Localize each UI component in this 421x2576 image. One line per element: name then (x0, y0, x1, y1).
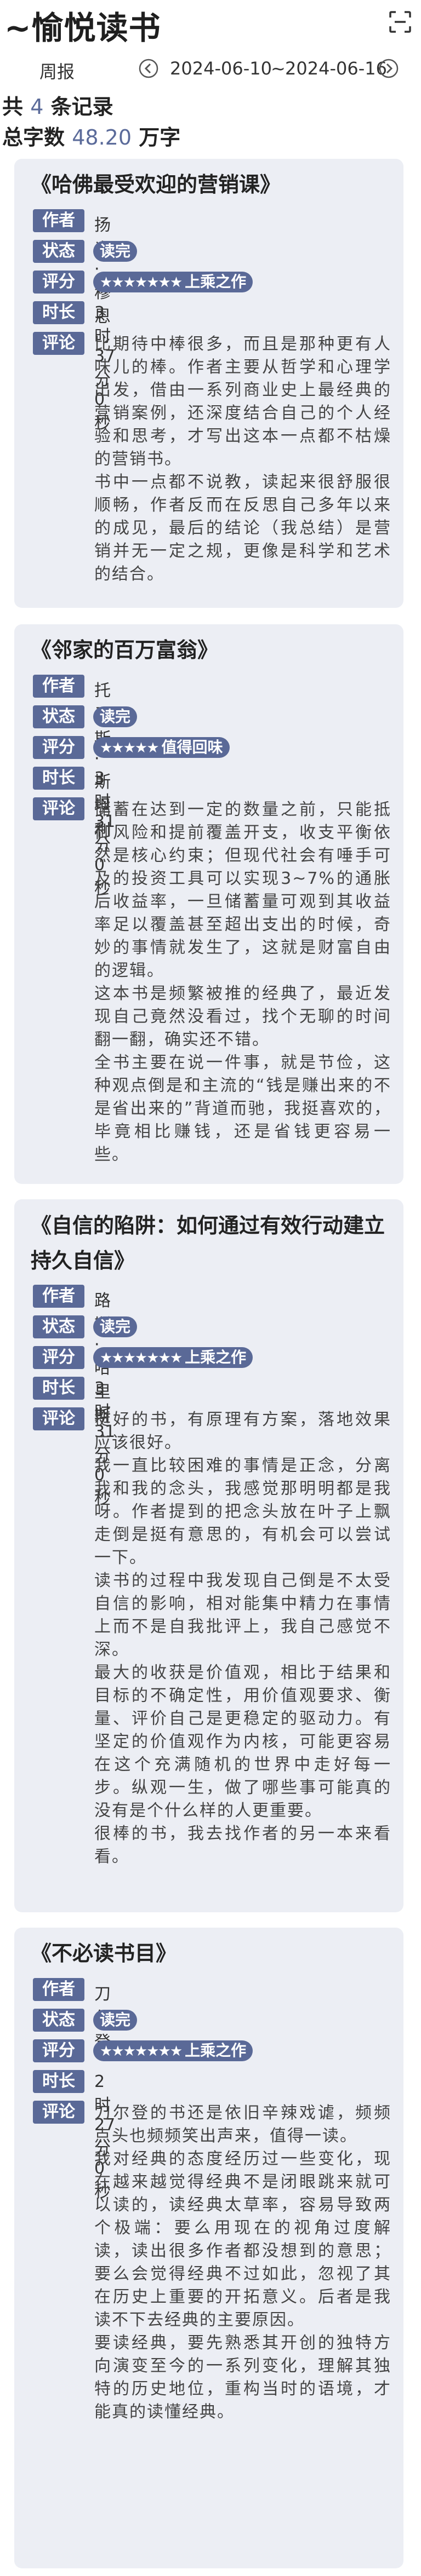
author-tag: 作者 (33, 209, 84, 232)
rating-stars: ★★★★★★★ (100, 1350, 183, 1366)
range-separator: ~ (271, 58, 286, 79)
rating-badge: ★★★★★★★ 上乘之作 (93, 2040, 253, 2061)
author-tag: 作者 (33, 675, 84, 698)
date-range-bar: 周报 2024-06-10 ~ 2024-06-16 (0, 53, 421, 85)
range-start-date: 2024-06-10 (170, 58, 272, 79)
book-card[interactable]: 《邻家的百万富翁》 作者 托马斯·斯坦利 状态 读完 评分 ★★★★★值得回味 … (14, 624, 403, 1184)
rating-tag: 评分 (33, 271, 84, 294)
review-tag: 评论 (33, 332, 84, 355)
status-badge: 读完 (93, 241, 138, 262)
status-tag: 状态 (33, 1315, 84, 1338)
author-tag: 作者 (33, 1285, 84, 1308)
review-text: 挺好的书，有原理有方案，落地效果应该很好。 我一直比较困难的事情是正念，分离我和… (94, 1410, 391, 1866)
range-end-date: 2024-06-16 (285, 58, 387, 79)
word-count-summary: 总字数 48.20 万字 (2, 125, 181, 150)
rating-text: 上乘之作 (185, 2042, 247, 2060)
review-tag: 评论 (33, 1407, 84, 1430)
review-text: 刀尔登的书还是依旧辛辣戏谑，频频点头也频频笑出声来，值得一读。 我对经典的态度经… (94, 2103, 391, 2422)
rating-text: 上乘之作 (185, 1348, 247, 1366)
review-tag: 评论 (33, 2101, 84, 2124)
rating-badge: ★★★★★★★ 上乘之作 (93, 272, 253, 292)
book-title: 《邻家的百万富翁》 (31, 638, 219, 662)
book-card[interactable]: 《不必读书目》 作者 刀尔登 状态 读完 评分 ★★★★★★★上乘之作 时长 2… (14, 1928, 403, 2568)
duration-tag: 时长 (33, 1377, 84, 1400)
author-tag: 作者 (33, 1978, 84, 2001)
book-card[interactable]: 《哈佛最受欢迎的营销课》 作者 扬米·穆恩 状态 读完 评分 ★★★★★★★上乘… (14, 159, 403, 608)
rating-badge: ★★★★★ 值得回味 (93, 737, 230, 758)
range-type-label[interactable]: 周报 (39, 58, 75, 83)
scan-icon[interactable] (388, 10, 412, 34)
status-badge: 读完 (93, 706, 138, 727)
rating-stars: ★★★★★ (100, 740, 160, 756)
chevron-left-circle-icon[interactable] (138, 58, 159, 79)
rating-tag: 评分 (33, 2039, 84, 2062)
app-header: ~愉悦读书 (0, 0, 421, 47)
status-badge: 读完 (93, 1316, 138, 1337)
rating-text: 值得回味 (161, 738, 223, 756)
chevron-right-circle-icon[interactable] (378, 58, 399, 79)
rating-tag: 评分 (33, 1346, 84, 1369)
review-text: 比期待中棒很多，而且是那种更有人味儿的棒。作者主要从哲学和心理学出发，借由一系列… (94, 335, 391, 584)
book-title: 《自信的陷阱：如何通过有效行动建立持久自信》 (31, 1214, 385, 1273)
duration-tag: 时长 (33, 2070, 84, 2093)
status-tag: 状态 (33, 2009, 84, 2032)
rating-stars: ★★★★★★★ (100, 2043, 183, 2060)
book-title: 《不必读书目》 (31, 1941, 177, 1965)
review-tag: 评论 (33, 797, 84, 820)
word-count: 48.20 (72, 125, 132, 150)
record-count-summary: 共 4 条记录 (2, 95, 113, 119)
book-card[interactable]: 《自信的陷阱：如何通过有效行动建立持久自信》 作者 路斯·哈里斯 状态 读完 评… (14, 1199, 403, 1912)
rating-badge: ★★★★★★★ 上乘之作 (93, 1347, 253, 1368)
status-tag: 状态 (33, 705, 84, 728)
app-title: ~愉悦读书 (4, 9, 161, 47)
duration-tag: 时长 (33, 301, 84, 324)
review-text: 储蓄在达到一定的数量之前，只能抵御风险和提前覆盖开支，收支平衡依然是核心约束；但… (94, 800, 391, 1164)
book-title: 《哈佛最受欢迎的营销课》 (31, 173, 281, 197)
status-tag: 状态 (33, 240, 84, 263)
rating-stars: ★★★★★★★ (100, 274, 183, 291)
rating-tag: 评分 (33, 736, 84, 759)
record-count: 4 (30, 95, 44, 119)
rating-text: 上乘之作 (185, 273, 247, 291)
status-badge: 读完 (93, 2010, 138, 2031)
duration-tag: 时长 (33, 767, 84, 790)
